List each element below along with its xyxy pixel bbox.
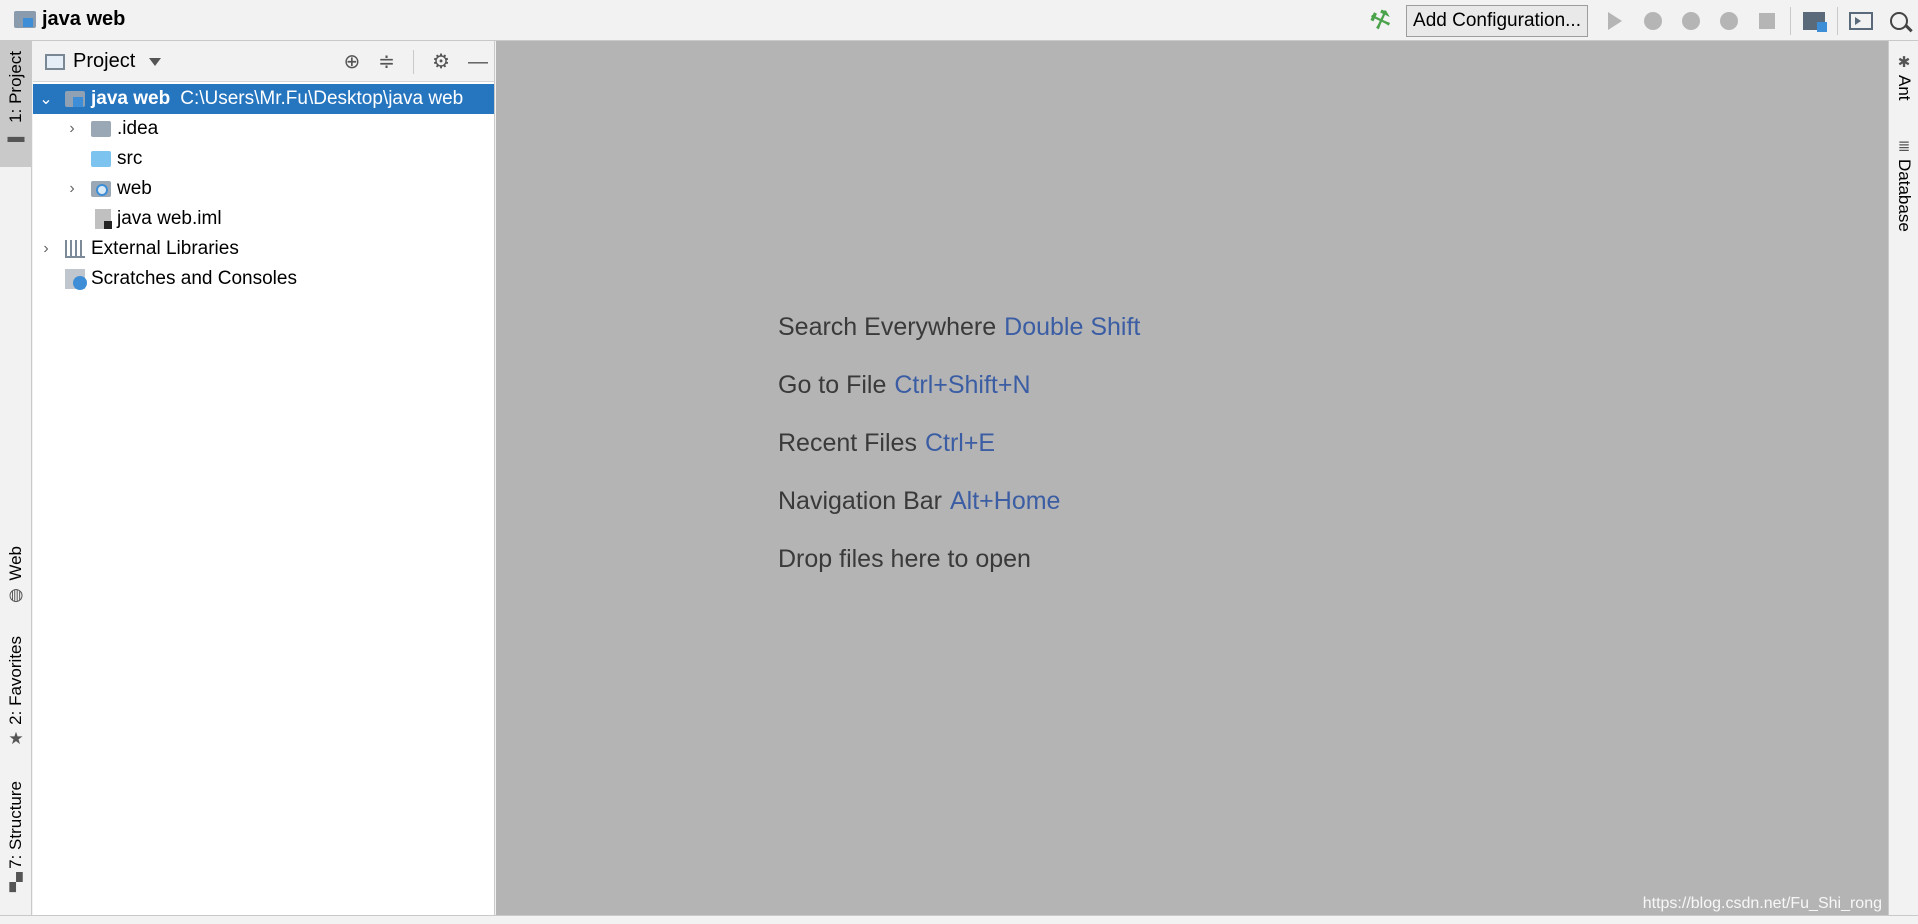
hide-panel-icon[interactable]: —: [468, 52, 488, 72]
tab-project-label: 1: Project: [6, 51, 25, 123]
chevron-right-icon[interactable]: ›: [63, 120, 81, 138]
globe-icon: ◍: [8, 584, 24, 604]
gear-icon[interactable]: ⚙: [432, 52, 450, 72]
web-folder-icon: [91, 181, 111, 197]
database-icon: ≣: [1897, 138, 1911, 155]
hint-label: Go to File: [778, 371, 887, 399]
ant-icon: ✱: [1897, 54, 1911, 71]
project-structure-icon[interactable]: [1795, 0, 1833, 41]
project-view-icon: [45, 53, 65, 70]
locate-icon[interactable]: ⊕: [344, 52, 361, 72]
tab-ant[interactable]: ✱ Ant: [1889, 53, 1918, 101]
toolbar-separator: [1790, 6, 1791, 35]
project-title-label: java web: [42, 8, 126, 30]
project-panel-tools: ⊕ ≑ ⚙ —: [344, 41, 488, 82]
hint-search-everywhere: Search Everywhere Double Shift: [778, 313, 1140, 371]
hint-shortcut: Ctrl+Shift+N: [894, 371, 1031, 399]
profile-icon[interactable]: [1710, 0, 1748, 41]
add-configuration-button[interactable]: Add Configuration...: [1406, 4, 1588, 37]
run-icon[interactable]: [1596, 0, 1634, 41]
folder-icon: ▬: [7, 126, 25, 146]
chevron-down-icon[interactable]: ⌄: [37, 89, 55, 109]
tab-database-label: Database: [1895, 159, 1914, 232]
editor-empty-area[interactable]: Search Everywhere Double Shift Go to Fil…: [496, 41, 1888, 915]
hint-label: Drop files here to open: [778, 545, 1031, 573]
module-folder-icon: [65, 91, 85, 107]
tree-item-label: src: [117, 148, 143, 169]
project-folder-icon: [14, 11, 36, 28]
tree-row-external-libraries[interactable]: › External Libraries: [33, 234, 494, 264]
left-tool-strip: 1: Project ▬ Web ◍ 2: Favorites ★ 7: Str…: [0, 41, 32, 915]
terminal-icon[interactable]: [1842, 0, 1880, 41]
chevron-right-icon[interactable]: ›: [37, 240, 55, 258]
tree-row-root[interactable]: ⌄ java web C:\Users\Mr.Fu\Desktop\java w…: [33, 84, 494, 114]
tree-row-scratches[interactable]: Scratches and Consoles: [33, 264, 494, 294]
tree-row-web[interactable]: › web: [33, 174, 494, 204]
tab-web-label: Web: [6, 546, 25, 581]
hint-drop-files: Drop files here to open: [778, 545, 1140, 603]
status-bar: [0, 915, 1918, 924]
debug-icon[interactable]: [1634, 0, 1672, 41]
chevron-right-icon[interactable]: ›: [63, 180, 81, 198]
project-panel-header: Project ⊕ ≑ ⚙ —: [33, 41, 494, 82]
tree-item-label: .idea: [117, 118, 159, 139]
tree-item-label: java web.iml: [117, 208, 222, 229]
star-icon: ★: [8, 728, 24, 748]
tab-favorites[interactable]: 2: Favorites ★: [0, 636, 32, 749]
build-hammer-icon[interactable]: ⚒: [1362, 0, 1400, 41]
project-panel: Project ⊕ ≑ ⚙ — ⌄ java web C:\Users\Mr.F…: [33, 41, 495, 915]
source-folder-icon: [91, 151, 111, 167]
toolbar-separator: [1837, 6, 1838, 35]
hint-label: Search Everywhere: [778, 313, 997, 341]
scratches-icon: [65, 269, 87, 290]
navigation-project-title[interactable]: java web: [14, 8, 125, 31]
main-toolbar: java web ⚒ Add Configuration...: [0, 0, 1918, 41]
tab-structure[interactable]: 7: Structure ▞: [0, 781, 32, 893]
tree-item-label: web: [117, 178, 152, 199]
watermark: https://blog.csdn.net/Fu_Shi_rong: [1642, 895, 1882, 912]
right-tool-strip: ✱ Ant ≣ Database: [1888, 41, 1918, 915]
tree-item-label: External Libraries: [91, 238, 239, 259]
hint-shortcut: Alt+Home: [949, 487, 1061, 515]
tree-row-idea[interactable]: › .idea: [33, 114, 494, 144]
hint-navigation-bar: Navigation Bar Alt+Home: [778, 487, 1140, 545]
toolbar-actions: ⚒ Add Configuration...: [1362, 0, 1918, 41]
structure-icon: ▞: [9, 872, 23, 892]
chevron-down-icon: [149, 57, 162, 66]
hint-label: Recent Files: [778, 429, 917, 457]
tab-structure-label: 7: Structure: [6, 781, 25, 869]
tab-project[interactable]: 1: Project ▬: [0, 51, 32, 147]
project-view-selector[interactable]: Project: [45, 50, 162, 73]
editor-hints: Search Everywhere Double Shift Go to Fil…: [778, 313, 1140, 603]
tree-row-src[interactable]: src: [33, 144, 494, 174]
iml-file-icon: [95, 209, 112, 229]
tree-root-name: java web: [91, 88, 171, 109]
tab-database[interactable]: ≣ Database: [1889, 137, 1918, 232]
hint-recent-files: Recent Files Ctrl+E: [778, 429, 1140, 487]
tree-root-path: C:\Users\Mr.Fu\Desktop\java web: [180, 88, 464, 109]
tab-web[interactable]: Web ◍: [0, 546, 32, 605]
project-tree: ⌄ java web C:\Users\Mr.Fu\Desktop\java w…: [33, 82, 494, 294]
hint-shortcut: Double Shift: [1004, 313, 1141, 341]
tab-favorites-label: 2: Favorites: [6, 636, 25, 725]
search-icon[interactable]: [1880, 0, 1918, 41]
collapse-all-icon[interactable]: ≑: [378, 52, 395, 72]
hint-label: Navigation Bar: [778, 487, 942, 515]
stop-icon[interactable]: [1748, 0, 1786, 41]
hint-shortcut: Ctrl+E: [924, 429, 996, 457]
project-panel-title: Project: [73, 50, 136, 72]
tree-item-label: Scratches and Consoles: [91, 268, 297, 289]
panel-tools-separator: [413, 49, 415, 74]
coverage-icon[interactable]: [1672, 0, 1710, 41]
hint-go-to-file: Go to File Ctrl+Shift+N: [778, 371, 1140, 429]
tree-row-iml[interactable]: java web.iml: [33, 204, 494, 234]
tab-ant-label: Ant: [1895, 75, 1914, 101]
library-icon: [65, 240, 85, 258]
folder-icon: [91, 121, 111, 137]
